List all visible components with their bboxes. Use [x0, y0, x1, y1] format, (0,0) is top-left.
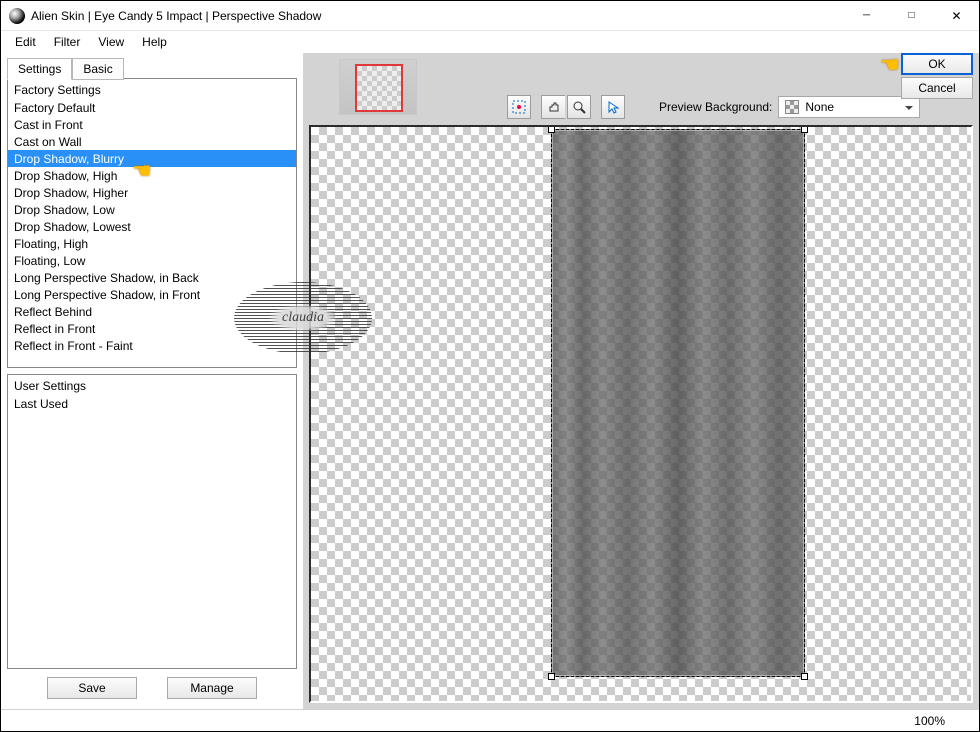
settings-tabs: Settings Basic: [7, 57, 297, 79]
status-bar: 100%: [1, 709, 979, 731]
factory-item[interactable]: Drop Shadow, Low: [8, 201, 296, 218]
factory-item[interactable]: Drop Shadow, Higher: [8, 184, 296, 201]
preview-background-select[interactable]: None: [778, 96, 920, 118]
factory-item[interactable]: Reflect in Front - Faint: [8, 337, 296, 354]
factory-item[interactable]: Factory Default: [8, 99, 296, 116]
factory-item[interactable]: Floating, Low: [8, 252, 296, 269]
preview-thumbnail-selected[interactable]: [355, 64, 403, 112]
factory-item[interactable]: Floating, High: [8, 235, 296, 252]
tab-settings[interactable]: Settings: [7, 58, 72, 80]
factory-item[interactable]: Long Perspective Shadow, in Back: [8, 269, 296, 286]
preview-background-label: Preview Background:: [659, 100, 772, 114]
ok-cancel-group: OK Cancel: [901, 53, 973, 99]
factory-item[interactable]: Drop Shadow, High: [8, 167, 296, 184]
factory-item[interactable]: Long Perspective Shadow, in Front: [8, 286, 296, 303]
preview-background-value: None: [805, 100, 834, 114]
resize-handle-se[interactable]: [801, 673, 808, 680]
maximize-button[interactable]: □: [889, 1, 934, 31]
zoom-tool-icon[interactable]: [567, 95, 591, 119]
preview-canvas[interactable]: [309, 125, 973, 703]
factory-item[interactable]: Drop Shadow, Blurry: [8, 150, 296, 167]
preview-toolbar-row: Preview Background: None: [303, 53, 979, 125]
cancel-button[interactable]: Cancel: [901, 77, 973, 99]
hand-tool-icon[interactable]: [541, 95, 565, 119]
save-manage-row: Save Manage: [7, 669, 297, 703]
factory-item[interactable]: Drop Shadow, Lowest: [8, 218, 296, 235]
factory-settings-header: Factory Settings: [8, 81, 296, 99]
menu-edit[interactable]: Edit: [9, 33, 42, 51]
app-icon: [9, 8, 25, 24]
tab-basic[interactable]: Basic: [72, 58, 123, 80]
menu-help[interactable]: Help: [136, 33, 173, 51]
window-title: Alien Skin | Eye Candy 5 Impact | Perspe…: [31, 8, 844, 23]
menubar: Edit Filter View Help: [1, 31, 979, 53]
user-settings-header: User Settings: [8, 377, 296, 395]
user-item[interactable]: Last Used: [8, 395, 296, 412]
menu-view[interactable]: View: [92, 33, 130, 51]
factory-item[interactable]: Reflect Behind: [8, 303, 296, 320]
resize-handle-sw[interactable]: [548, 673, 555, 680]
marquee-tool-icon[interactable]: [507, 95, 531, 119]
minimize-button[interactable]: ─: [844, 1, 889, 31]
save-button[interactable]: Save: [47, 677, 137, 699]
factory-item[interactable]: Cast in Front: [8, 116, 296, 133]
factory-settings-list[interactable]: Factory Settings Factory DefaultCast in …: [7, 78, 297, 368]
titlebar: Alien Skin | Eye Candy 5 Impact | Perspe…: [1, 1, 979, 31]
transparency-swatch-icon: [785, 100, 799, 114]
manage-button[interactable]: Manage: [167, 677, 257, 699]
preview-toolbar: Preview Background: None: [507, 95, 920, 119]
close-button[interactable]: ✕: [934, 1, 979, 31]
right-panel: Preview Background: None OK Cancel: [303, 53, 979, 709]
pointer-tool-icon[interactable]: [601, 95, 625, 119]
preview-thumbnail-strip[interactable]: [339, 59, 417, 115]
user-settings-list[interactable]: User Settings Last Used: [7, 374, 297, 669]
factory-item[interactable]: Cast on Wall: [8, 133, 296, 150]
zoom-level: 100%: [914, 714, 945, 728]
left-panel: Settings Basic Factory Settings Factory …: [1, 53, 303, 709]
resize-handle-ne[interactable]: [801, 126, 808, 133]
preview-object[interactable]: [551, 129, 805, 677]
menu-filter[interactable]: Filter: [48, 33, 87, 51]
content-area: Settings Basic Factory Settings Factory …: [1, 53, 979, 709]
ok-button[interactable]: OK: [901, 53, 973, 75]
resize-handle-nw[interactable]: [548, 126, 555, 133]
factory-item[interactable]: Reflect in Front: [8, 320, 296, 337]
